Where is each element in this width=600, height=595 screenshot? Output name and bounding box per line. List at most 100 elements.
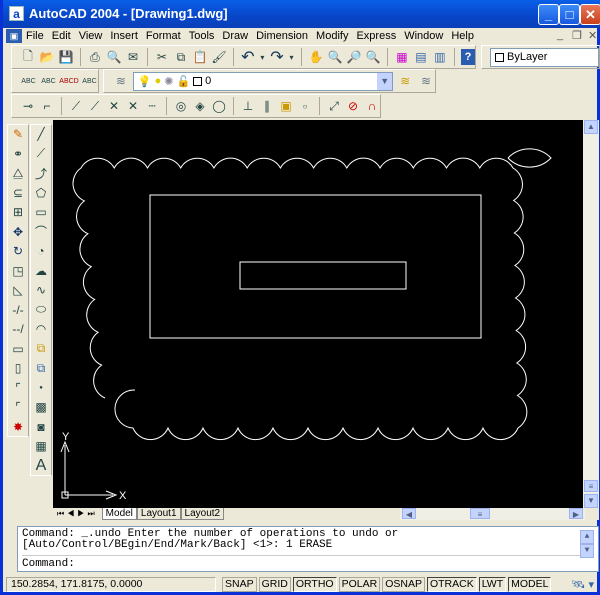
copy-object-icon[interactable]: ⚭ xyxy=(9,145,27,164)
spell-check-icon[interactable]: ABC xyxy=(20,72,37,90)
minimize-button[interactable]: _ xyxy=(538,4,559,25)
construction-line-icon[interactable]: ⟋ xyxy=(32,145,50,164)
toggle-lwt[interactable]: LWT xyxy=(478,576,507,592)
print-icon[interactable]: ⎙ xyxy=(87,48,103,66)
layer-previous-icon[interactable]: ≋ xyxy=(417,72,435,90)
erase-icon[interactable]: ✎ xyxy=(9,125,27,144)
dimension-edit-icon[interactable]: ⤢ xyxy=(326,97,342,115)
move-icon[interactable]: ✥ xyxy=(9,223,27,242)
trim-icon[interactable]: -/- xyxy=(9,301,27,320)
zoom-window-icon[interactable]: 🔎 xyxy=(346,48,362,66)
layer-freeze-icon[interactable]: ● xyxy=(155,75,162,87)
scroll-down-icon[interactable]: ▼ xyxy=(584,494,598,508)
scale-icon[interactable]: ◳ xyxy=(9,262,27,281)
text-style-icon[interactable]: ABC xyxy=(40,72,57,90)
document-icon[interactable]: ▣ xyxy=(6,29,22,43)
scroll-left-icon[interactable]: ◀ xyxy=(402,508,416,519)
menu-edit[interactable]: Edit xyxy=(52,30,71,42)
undo-dropdown-icon[interactable]: ▾ xyxy=(259,48,266,66)
circle-icon[interactable]: ◔ xyxy=(32,242,50,261)
zoom-realtime-icon[interactable]: 🔍 xyxy=(327,48,343,66)
rotate-icon[interactable]: ↻ xyxy=(9,242,27,261)
menu-window[interactable]: Window xyxy=(404,30,443,42)
toggle-grid[interactable]: GRID xyxy=(258,576,291,592)
hscroll-thumb[interactable]: ≡ xyxy=(470,508,490,519)
cmd-scroll-up-icon[interactable]: ▲ xyxy=(580,530,594,544)
scale-text-icon[interactable]: ABC xyxy=(81,72,98,90)
cmd-scroll-down-icon[interactable]: ▼ xyxy=(580,544,594,558)
menu-file[interactable]: File xyxy=(26,30,44,42)
app-icon[interactable]: a xyxy=(9,6,24,21)
hatch-icon[interactable]: ▩ xyxy=(32,398,50,417)
designcenter-icon[interactable]: ▤ xyxy=(413,48,429,66)
layer-lock-icon[interactable]: 🔓 xyxy=(176,75,190,88)
cut-icon[interactable]: ✂ xyxy=(154,48,170,66)
center-mark-icon[interactable]: ◎ xyxy=(173,97,189,115)
pan-icon[interactable]: ✋ xyxy=(308,48,324,66)
coordinates-readout[interactable]: 150.2854, 171.8175, 0.0000 xyxy=(6,576,216,592)
layer-control-dropdown[interactable]: 💡 ● ✺ 🔓 0 ▼ xyxy=(132,71,394,91)
angular-icon[interactable]: ✕ xyxy=(125,97,141,115)
redo-icon[interactable]: ↷ xyxy=(269,48,285,66)
toggle-otrack[interactable]: OTRACK xyxy=(426,576,477,592)
continue-icon[interactable]: ◯ xyxy=(211,97,227,115)
toggle-snap[interactable]: SNAP xyxy=(222,576,257,592)
outer-rectangle[interactable] xyxy=(149,194,482,339)
toggle-osnap[interactable]: OSNAP xyxy=(382,576,425,592)
paste-icon[interactable]: 📋 xyxy=(192,48,208,66)
color-control-dropdown[interactable]: ByLayer xyxy=(490,47,599,67)
chamfer-icon[interactable]: ⌜ xyxy=(9,379,27,398)
parallel-icon[interactable]: ∥ xyxy=(259,97,275,115)
tolerance-icon[interactable]: ▣ xyxy=(278,97,294,115)
spline-icon[interactable]: ∿ xyxy=(32,281,50,300)
menu-dimension[interactable]: Dimension xyxy=(256,30,308,42)
tool-palettes-icon[interactable]: ▥ xyxy=(432,48,448,66)
ellipse-arc-icon[interactable]: ◠ xyxy=(32,320,50,339)
close-button[interactable]: ✕ xyxy=(580,4,600,25)
radius-icon[interactable]: ⟋ xyxy=(87,97,103,115)
layer-on-icon[interactable]: 💡 xyxy=(138,75,152,88)
menu-express[interactable]: Express xyxy=(356,30,396,42)
line-icon[interactable]: ╱ xyxy=(32,125,50,144)
linear-dimension-icon[interactable]: ⊸ xyxy=(20,97,36,115)
stretch-icon[interactable]: ◺ xyxy=(9,281,27,300)
tab-nav-icons[interactable]: ⏮◀▶⏭ xyxy=(53,509,102,519)
doc-close-button[interactable]: ✕ xyxy=(588,29,597,42)
point-icon[interactable]: ● xyxy=(32,379,50,398)
make-object-layer-current-icon[interactable]: ≋ xyxy=(396,72,414,90)
zoom-previous-icon[interactable]: 🔍 xyxy=(365,48,381,66)
menu-draw[interactable]: Draw xyxy=(222,30,248,42)
communication-center-icon[interactable]: 🛰 ▾ xyxy=(571,578,594,591)
save-icon[interactable]: 💾 xyxy=(58,48,74,66)
command-prompt[interactable]: Command: xyxy=(22,555,594,570)
table-icon[interactable]: ▦ xyxy=(32,437,50,456)
toggle-polar[interactable]: POLAR xyxy=(338,576,381,592)
menu-help[interactable]: Help xyxy=(451,30,474,42)
maximize-button[interactable]: □ xyxy=(559,4,580,25)
menu-insert[interactable]: Insert xyxy=(110,30,138,42)
layer-manager-icon[interactable]: ≋ xyxy=(112,72,130,90)
chevron-down-icon[interactable]: ▼ xyxy=(377,72,393,90)
polyline-icon[interactable]: ⤴ xyxy=(32,164,50,183)
print-preview-icon[interactable]: 🔍 xyxy=(106,48,122,66)
scroll-thumb[interactable]: ≡ xyxy=(584,480,598,492)
make-block-icon[interactable]: ⧉ xyxy=(32,359,50,378)
help-icon[interactable]: ? xyxy=(460,49,476,65)
command-window[interactable]: Command: _.undo Enter the number of oper… xyxy=(17,526,599,572)
undo-icon[interactable]: ↶ xyxy=(240,48,256,66)
toggle-model[interactable]: MODEL xyxy=(508,576,552,592)
copy-icon[interactable]: ⧉ xyxy=(173,48,189,66)
open-icon[interactable]: 📂 xyxy=(39,48,55,66)
aligned-dimension-icon[interactable]: ⌐ xyxy=(39,97,55,115)
offset-icon[interactable]: ⊆ xyxy=(9,184,27,203)
ordinate-icon[interactable]: ⟋ xyxy=(68,97,84,115)
scroll-right-icon[interactable]: ▶ xyxy=(569,508,583,519)
scroll-up-icon[interactable]: ▲ xyxy=(584,120,598,134)
redo-dropdown-icon[interactable]: ▾ xyxy=(288,48,295,66)
arc-icon[interactable]: ⌒ xyxy=(32,223,50,242)
properties-icon[interactable]: ▦ xyxy=(394,48,410,66)
publish-icon[interactable]: ✉ xyxy=(125,48,141,66)
extend-icon[interactable]: --/ xyxy=(9,320,27,339)
explode-icon[interactable]: ✸ xyxy=(9,418,27,437)
layer-viewport-icon[interactable]: ✺ xyxy=(164,75,173,88)
